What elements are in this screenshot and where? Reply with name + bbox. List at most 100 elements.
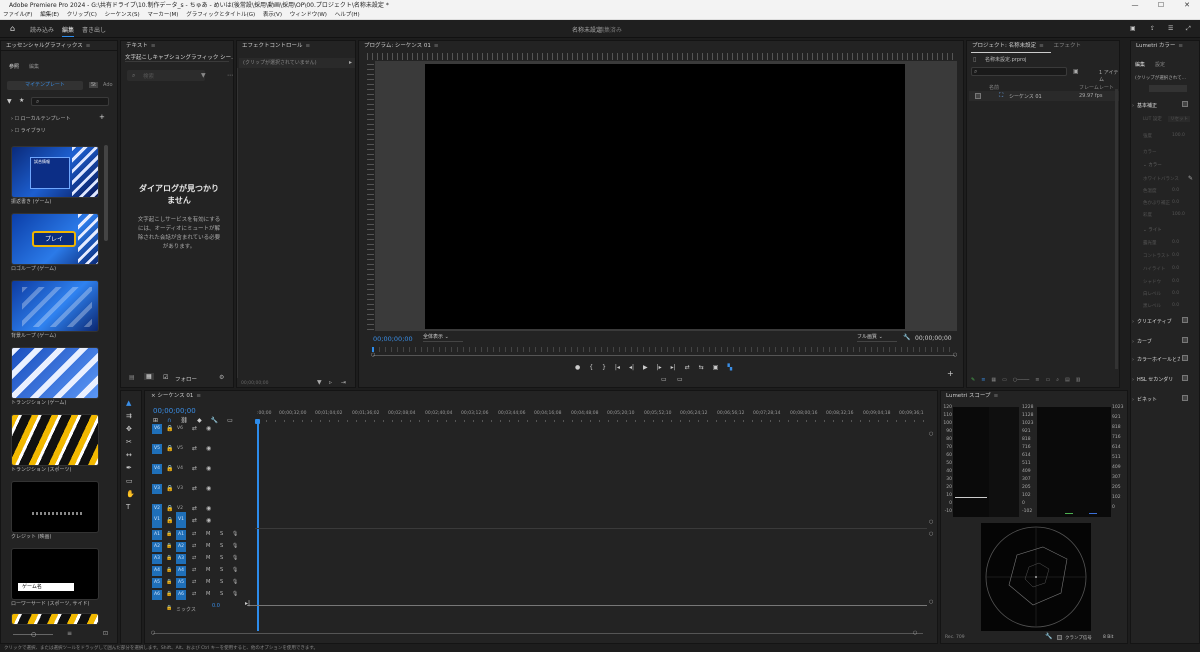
filter-icon[interactable]: ▼ xyxy=(317,379,322,386)
follow-checkbox[interactable]: ☑ xyxy=(163,374,168,381)
menu-graphics[interactable]: グラフィックとタイトル(G) xyxy=(186,12,255,18)
settings-icon[interactable]: ⚙ xyxy=(219,374,224,381)
menu-view[interactable]: 表示(V) xyxy=(263,12,282,18)
menu-clip[interactable]: クリップ(C) xyxy=(67,12,97,18)
eye-icon[interactable]: ◉ xyxy=(206,505,211,512)
source-patch-v1[interactable]: V1 xyxy=(176,512,186,528)
eye-icon[interactable]: ◉ xyxy=(206,465,211,472)
wrench-icon[interactable]: 🔧 xyxy=(903,334,910,341)
sync-icon[interactable]: ⇄ xyxy=(192,517,197,524)
quality-select[interactable]: フル画質 ⌄ xyxy=(857,333,897,342)
clamp-checkbox[interactable] xyxy=(1057,635,1062,640)
mute-button[interactable]: M xyxy=(206,543,210,549)
folder-library[interactable]: › ☐ ライブラリ xyxy=(11,127,46,134)
zoom-select[interactable]: 全体表示 ⌄ xyxy=(423,333,463,342)
track-a1[interactable]: A1 🔒 A1 ⇄ M S 🎙 xyxy=(150,529,250,540)
step-back-icon[interactable]: ◂| xyxy=(629,364,634,374)
curves-checkbox[interactable] xyxy=(1182,337,1188,343)
mic-icon[interactable]: 🎙 xyxy=(232,543,238,549)
lock-icon[interactable]: 🔒 xyxy=(166,591,172,597)
reset-button[interactable]: リセット xyxy=(1168,116,1190,122)
mute-button[interactable]: M xyxy=(206,555,210,561)
timeline-timecode[interactable]: 00;00;00;00 xyxy=(153,407,196,415)
menu-window[interactable]: ウィンドウ(W) xyxy=(290,12,327,18)
menu-file[interactable]: ファイル(F) xyxy=(3,12,32,18)
share-icon[interactable]: ⇪ xyxy=(1150,25,1155,32)
wheels-checkbox[interactable] xyxy=(1182,355,1188,361)
menu-help[interactable]: ヘルプ(H) xyxy=(335,12,360,18)
bit-depth[interactable]: 8 Bit xyxy=(1103,635,1113,640)
safe-margins-icon[interactable]: ▭ xyxy=(661,376,667,383)
program-ruler[interactable] xyxy=(373,347,955,352)
template-thumb-7[interactable] xyxy=(11,613,99,625)
play-audio-icon[interactable]: ▹ xyxy=(329,379,332,386)
track-v3[interactable]: V3 🔒 V3 ⇄ ◉ xyxy=(150,476,250,494)
template-thumb-6[interactable]: ゲーム名 xyxy=(11,548,99,600)
transcript-icon[interactable]: ▦ xyxy=(144,373,154,380)
maximize-button[interactable]: ☐ xyxy=(1148,0,1174,11)
new-bin-icon[interactable]: ▣ xyxy=(1073,68,1079,75)
mic-icon[interactable]: 🎙 xyxy=(232,579,238,585)
vr-icon[interactable]: ▭ xyxy=(677,376,683,383)
sync-icon[interactable]: ⇄ xyxy=(192,543,196,549)
caption-tab[interactable]: 文字起こしキャプショングラフィック シー… xyxy=(125,53,233,61)
scroll-handle-left[interactable]: ○ xyxy=(371,352,375,358)
sync-icon[interactable]: ⇄ xyxy=(192,531,196,537)
new-folder-icon[interactable]: ⊡ xyxy=(103,630,108,637)
template-thumb-4[interactable] xyxy=(11,414,99,466)
sync-icon[interactable]: ⇄ xyxy=(192,555,196,561)
lock-icon[interactable]: 🔒 xyxy=(166,555,172,561)
vignette-checkbox[interactable] xyxy=(1182,395,1188,401)
zoom-scrollbar[interactable] xyxy=(373,355,955,356)
track-v2[interactable]: V2 🔒 V2 ⇄ ◉ xyxy=(150,494,250,514)
tint-value[interactable]: 0.0 xyxy=(1172,200,1179,205)
overwrite-icon[interactable]: ⇆ xyxy=(699,364,704,374)
video-frame[interactable] xyxy=(425,64,905,329)
sync-icon[interactable]: ⇄ xyxy=(192,445,197,452)
eyedropper-icon[interactable]: ✎ xyxy=(1188,175,1193,182)
sync-icon[interactable]: ⇄ xyxy=(192,485,197,492)
mix-value[interactable]: 0.0 xyxy=(212,603,220,609)
hand-icon[interactable]: ✋ xyxy=(126,490,135,498)
insert-icon[interactable]: ⇄ xyxy=(685,364,690,374)
go-to-out-icon[interactable]: ▸| xyxy=(671,364,676,374)
edit-tab[interactable]: 編集 xyxy=(29,63,39,70)
mic-icon[interactable]: 🎙 xyxy=(232,591,238,597)
solo-button[interactable]: S xyxy=(220,543,223,549)
intensity-value[interactable]: 100.0 xyxy=(1172,133,1185,138)
vscroll-bottom[interactable]: ○ xyxy=(929,519,933,525)
template-thumb-3[interactable] xyxy=(11,347,99,399)
go-to-in-icon[interactable]: |◂ xyxy=(615,364,620,374)
go-to-end-icon[interactable]: ▸| xyxy=(245,600,250,607)
lock-icon[interactable]: 🔒 xyxy=(166,465,173,472)
export-icon[interactable]: ⇥ xyxy=(341,379,346,386)
solo-button[interactable]: S xyxy=(220,531,223,537)
freeform-icon[interactable]: ▭ xyxy=(1002,377,1007,385)
whites-value[interactable]: 0.0 xyxy=(1172,291,1179,296)
mute-button[interactable]: M xyxy=(206,591,210,597)
solo-button[interactable]: S xyxy=(220,591,223,597)
track-select-icon[interactable]: ⇉ xyxy=(126,412,135,420)
timeline-playhead[interactable] xyxy=(257,421,259,631)
automate-icon[interactable]: ▭ xyxy=(1045,377,1050,385)
find-icon[interactable]: ⌕ xyxy=(1056,377,1059,385)
track-a6[interactable]: A6 🔒 A6 ⇄ M S 🎙 xyxy=(150,589,250,600)
vscroll-top-audio[interactable]: ○ xyxy=(929,531,933,537)
type-tool-icon[interactable]: T xyxy=(126,503,135,511)
star-icon[interactable]: ★ xyxy=(19,97,24,104)
basic-checkbox[interactable] xyxy=(1182,101,1188,107)
hscroll-left[interactable]: ○ xyxy=(151,630,155,636)
scrollbar[interactable] xyxy=(104,145,108,241)
tab-edit[interactable]: 編集 xyxy=(62,25,75,37)
lock-icon[interactable]: 🔒 xyxy=(166,567,172,573)
tab-import[interactable]: 読み込み xyxy=(30,25,54,34)
contrast-value[interactable]: 0.0 xyxy=(1172,253,1179,258)
effects-tab[interactable]: エフェクト xyxy=(1053,43,1081,49)
lock-icon[interactable]: 🔒 xyxy=(166,505,173,512)
sync-icon[interactable]: ⇄ xyxy=(192,425,197,432)
mic-icon[interactable]: 🎙 xyxy=(232,567,238,573)
mute-button[interactable]: M xyxy=(206,531,210,537)
home-icon[interactable]: ⌂ xyxy=(10,24,15,33)
menu-sequence[interactable]: シーケンス(S) xyxy=(105,12,140,18)
col-framerate[interactable]: フレームレート xyxy=(1079,84,1114,91)
